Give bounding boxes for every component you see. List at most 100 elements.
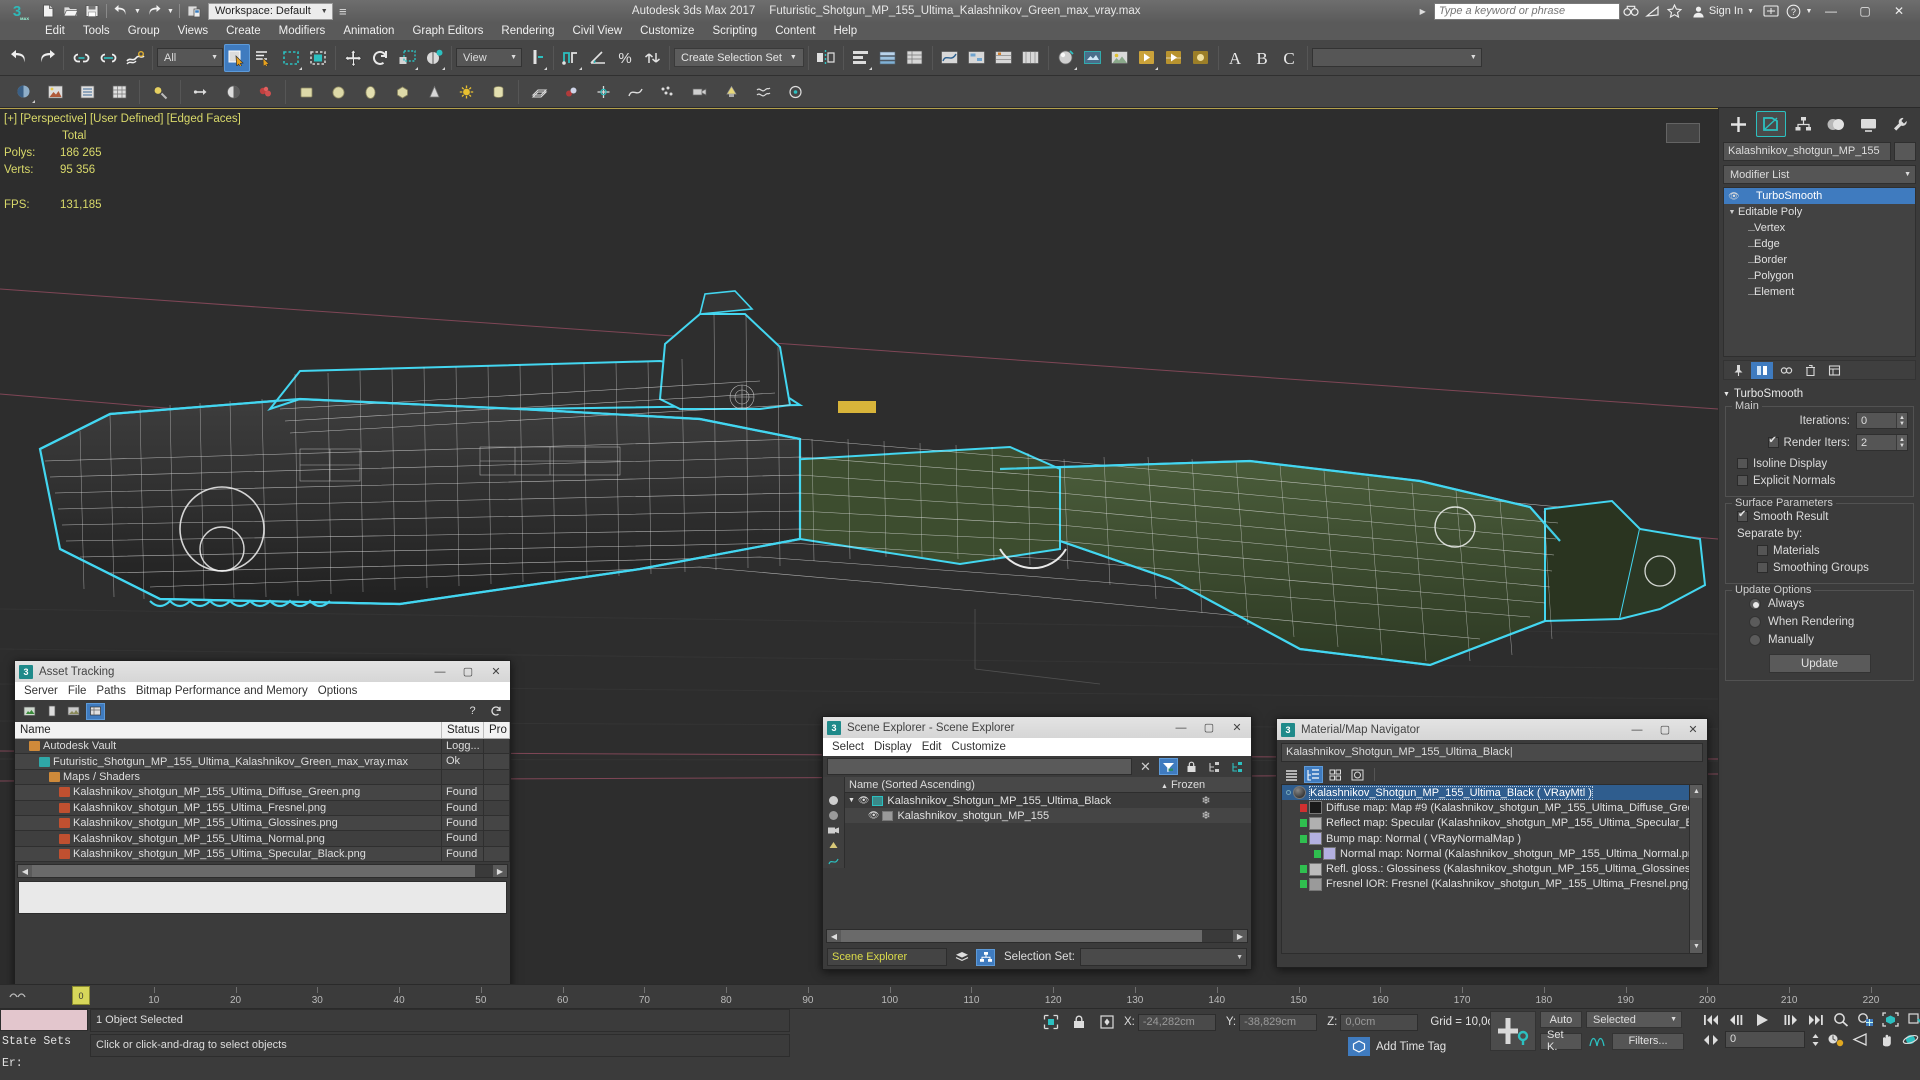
redo-icon[interactable] (144, 2, 164, 21)
checkbox-box[interactable] (1737, 458, 1748, 469)
timeline-ruler[interactable]: 0 10 20 30 40 50 60 70 80 90 100 110 120 130 140 150 16… (0, 984, 1920, 1008)
large-icons-icon[interactable] (1348, 766, 1367, 783)
eye-icon[interactable]: 👁 (868, 810, 879, 821)
angle-snap-icon[interactable] (585, 44, 611, 72)
go-to-end-icon[interactable] (1805, 1011, 1826, 1028)
help-icon[interactable]: ? (1782, 1, 1804, 21)
save-file-icon[interactable] (82, 2, 102, 21)
chevron-right-icon[interactable]: ▶ (1420, 7, 1426, 16)
menu-item-edit[interactable]: Edit (36, 22, 74, 40)
asset-name-cell[interactable]: Autodesk Vault (15, 739, 442, 754)
asset-name-cell[interactable]: Futuristic_Shotgun_MP_155_Ultima_Kalashn… (15, 754, 442, 769)
box-icon[interactable] (291, 79, 321, 105)
scroll-thumb[interactable] (841, 930, 1202, 942)
modifier-stack[interactable]: 👁 TurboSmooth ▼ Editable Poly Vertex Edge Bord… (1723, 187, 1916, 357)
file-list-icon[interactable] (42, 703, 61, 720)
spinner-snap-icon[interactable] (639, 44, 665, 72)
list-view-icon[interactable] (1282, 766, 1301, 783)
se-menu-customize[interactable]: Customize (947, 738, 1011, 756)
table-row[interactable]: Futuristic_Shotgun_MP_155_Ultima_Kalashn… (15, 754, 510, 770)
select-and-place-icon[interactable] (421, 44, 447, 72)
close-button[interactable]: ✕ (1223, 717, 1251, 738)
table-row[interactable]: Autodesk Vault Logg... (15, 739, 510, 755)
close-button[interactable]: ✕ (1882, 0, 1916, 22)
coord-y[interactable]: Y: -38,829cm (1226, 1013, 1318, 1031)
asset-name-cell[interactable]: Kalashnikov_shotgun_MP_155_Ultima_Glossi… (15, 815, 442, 831)
material-navigator-vscrollbar[interactable]: ▲ ▼ (1689, 785, 1702, 953)
select-and-move-icon[interactable] (340, 44, 366, 72)
checkbox-box[interactable] (1737, 475, 1748, 486)
spline-filter-icon[interactable] (823, 853, 844, 868)
configure-sets-icon[interactable] (1823, 362, 1845, 379)
maximize-button[interactable]: ▢ (1651, 719, 1679, 740)
asset-name-cell[interactable]: Kalashnikov_shotgun_MP_155_Ultima_Diffus… (15, 785, 442, 800)
material-name-field[interactable]: Kalashnikov_Shotgun_MP_155_Ultima_Black| (1281, 743, 1703, 762)
material-navigator-titlebar[interactable]: 3 Material/Map Navigator — ▢ ✕ (1277, 719, 1707, 740)
small-icons-icon[interactable] (1326, 766, 1345, 783)
make-unique-icon[interactable] (1775, 362, 1797, 379)
bind-space-warp-icon[interactable] (122, 44, 148, 72)
text-b-icon[interactable]: B (1250, 44, 1276, 72)
cone-icon[interactable] (419, 79, 449, 105)
scroll-left-icon[interactable]: ◀ (18, 865, 32, 878)
frozen-icon[interactable]: ❄ (1161, 794, 1251, 807)
coord-value[interactable]: -24,282cm (1137, 1013, 1216, 1031)
scroll-track[interactable] (841, 930, 1233, 942)
modifier-stack-item-border[interactable]: Border (1724, 252, 1915, 268)
refresh-icon[interactable] (486, 703, 505, 720)
max-logo-icon[interactable]: 3 MAX (0, 0, 34, 22)
play-animation-icon[interactable] (1750, 1011, 1776, 1028)
motion-tab[interactable] (1821, 111, 1852, 137)
time-tag-icon[interactable] (1348, 1037, 1370, 1056)
selection-lock-toggle-icon[interactable] (1040, 1012, 1062, 1032)
scene-explorer-row[interactable]: ▼ 👁 Kalashnikov_Shotgun_MP_155_Ultima_Blac… (845, 793, 1251, 808)
render-iterative-icon[interactable] (1161, 44, 1187, 72)
set-key-mode-button[interactable] (1490, 1011, 1536, 1051)
named-selection-set-combo[interactable]: ▼ (1311, 48, 1482, 67)
material-tree-row[interactable]: Diffuse map: Map #9 (Kalashnikov_shotgun… (1282, 800, 1702, 815)
object-color-swatch[interactable] (1894, 142, 1916, 161)
radio-button[interactable] (1749, 634, 1761, 646)
camera-icon[interactable] (684, 79, 714, 105)
column-frozen[interactable]: ▲ Frozen (1161, 777, 1251, 792)
current-frame-field[interactable]: 0 (1725, 1031, 1805, 1048)
material-tree-row[interactable]: Fresnel IOR: Fresnel (Kalashnikov_shotgu… (1282, 877, 1702, 892)
time-slider[interactable]: 0 (72, 986, 90, 1005)
se-menu-display[interactable]: Display (869, 738, 917, 756)
maximize-button[interactable]: ▢ (1848, 0, 1882, 22)
radio-button[interactable] (1749, 598, 1761, 610)
table-row[interactable]: Kalashnikov_shotgun_MP_155_Ultima_Normal… (15, 831, 510, 847)
shade-icon[interactable] (218, 79, 248, 105)
spline-icon[interactable] (620, 79, 650, 105)
render-list-icon[interactable] (72, 79, 102, 105)
track-view-icon[interactable] (1018, 44, 1044, 72)
coord-value[interactable]: -38,829cm (1239, 1013, 1318, 1031)
minimize-button[interactable]: — (1167, 717, 1195, 738)
go-to-start-icon[interactable] (1700, 1011, 1721, 1028)
view-cube[interactable] (1666, 123, 1700, 143)
geosphere-icon[interactable] (387, 79, 417, 105)
create-tab[interactable] (1723, 111, 1754, 137)
asset-tracking-window[interactable]: 3 Asset Tracking — ▢ ✕ Server File Paths Bi… (14, 660, 511, 990)
table-row[interactable]: Kalashnikov_shotgun_MP_155_Ultima_Fresne… (15, 800, 510, 816)
material-tree-row[interactable]: Normal map: Normal (Kalashnikov_shotgun_… (1282, 846, 1702, 861)
eye-icon[interactable]: 👁 (858, 795, 869, 806)
menu-item-civil-view[interactable]: Civil View (563, 22, 631, 40)
asset-tracking-log-pane[interactable] (18, 881, 507, 915)
asset-tracking-rows[interactable]: Autodesk Vault Logg... Futuristic_Shotgun_… (15, 739, 510, 863)
menu-item-content[interactable]: Content (766, 22, 824, 40)
display-tab[interactable] (1853, 111, 1884, 137)
menu-item-create[interactable]: Create (217, 22, 270, 40)
spinner-value[interactable]: 0 (1857, 415, 1896, 427)
coord-x[interactable]: X: -24,282cm (1124, 1013, 1216, 1031)
use-pivot-center-icon[interactable] (523, 44, 549, 72)
scroll-left-icon[interactable]: ◀ (827, 930, 841, 942)
light-icon[interactable] (716, 79, 746, 105)
render-setup-icon[interactable] (1080, 44, 1106, 72)
chevron-down-icon[interactable]: ▼ (848, 797, 855, 804)
at-menu-file[interactable]: File (63, 682, 92, 700)
timeline-track[interactable]: 0 10 20 30 40 50 60 70 80 90 100 110 120 130 140 150 16… (36, 985, 1920, 1008)
lock-icon[interactable] (1182, 758, 1201, 775)
radio-always[interactable]: Always (1731, 595, 1908, 613)
help-dropdown-icon[interactable]: ▼ (1804, 1, 1814, 21)
